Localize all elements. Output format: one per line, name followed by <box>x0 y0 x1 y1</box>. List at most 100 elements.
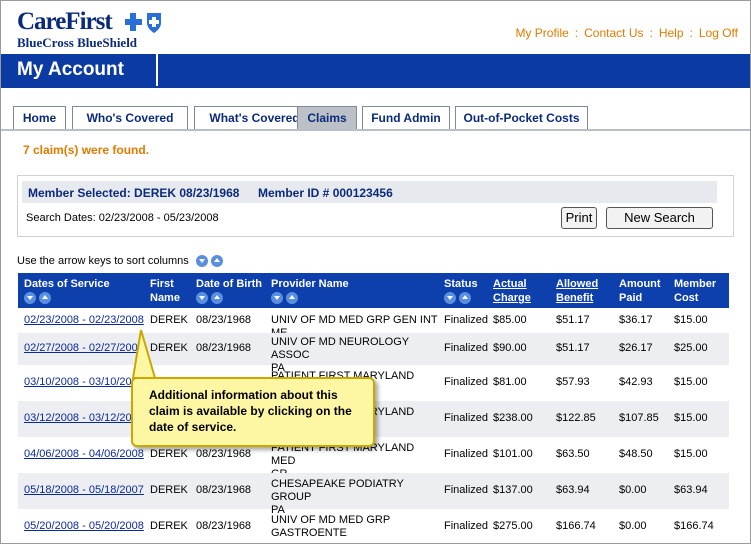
sort-down-icon[interactable] <box>444 292 456 305</box>
help-link[interactable]: Help <box>659 26 684 40</box>
allowed-benefit-cell: $166.74 <box>556 520 596 532</box>
page-banner: My Account <box>1 54 750 86</box>
sort-arrows <box>271 291 349 305</box>
sort-down-icon[interactable] <box>196 292 208 305</box>
help-callout: Additional information about this claim … <box>131 377 375 447</box>
member-cost-cell: $15.00 <box>674 448 708 460</box>
page-title: My Account <box>1 54 158 86</box>
tab-rule <box>1 129 750 131</box>
carefirst-logo[interactable]: CareFirst BlueCross BlueShield <box>15 7 165 50</box>
cross-and-shield-icon <box>125 13 161 33</box>
first-name-cell: DEREK <box>150 448 188 460</box>
date-of-service-link[interactable]: 05/18/2008 - 05/18/2007 <box>24 484 144 497</box>
sort-up-icon[interactable] <box>286 292 299 305</box>
date-of-service-link[interactable]: 03/12/2008 - 03/12/2008 <box>24 412 144 425</box>
sort-up-icon[interactable] <box>211 292 224 305</box>
col-provider-name[interactable]: Provider Name <box>271 277 349 305</box>
sort-up-icon[interactable] <box>459 292 472 305</box>
table-header: Dates of Service First Name Date of Birt… <box>18 273 729 308</box>
top-links: My Profile: Contact Us: Help: Log Off <box>515 26 738 40</box>
col-actual-charge[interactable]: Actual Charge <box>493 277 531 305</box>
allowed-benefit-cell: $57.93 <box>556 376 590 388</box>
logo-subtitle: BlueCross BlueShield <box>17 35 138 50</box>
arrow-up-circle-icon <box>210 255 223 268</box>
col-member-cost-line1: Member <box>674 278 717 290</box>
status-cell: Finalized <box>444 520 489 532</box>
actual-charge-cell: $238.00 <box>493 412 533 424</box>
separator: : <box>574 26 579 40</box>
status-cell: Finalized <box>444 342 489 354</box>
col-dates-of-service-label: Dates of Service <box>24 278 110 290</box>
my-profile-link[interactable]: My Profile <box>515 26 568 40</box>
tab-claims[interactable]: Claims <box>297 106 357 130</box>
log-off-link[interactable]: Log Off <box>699 26 738 40</box>
contact-us-link[interactable]: Contact Us <box>584 26 643 40</box>
amount-paid-cell: $26.17 <box>619 342 653 354</box>
sort-down-icon[interactable] <box>24 292 36 305</box>
member-cost-cell: $15.00 <box>674 412 708 424</box>
member-cost-cell: $25.00 <box>674 342 708 354</box>
date-of-service-link[interactable]: 02/23/2008 - 02/23/2008 <box>24 314 144 327</box>
tab-fund-admin[interactable]: Fund Admin <box>362 106 450 130</box>
member-selected-label: Member Selected: DEREK 08/23/1968 <box>28 186 240 200</box>
col-first-name: First Name <box>150 277 180 305</box>
allowed-benefit-cell: $51.17 <box>556 314 590 326</box>
date-of-birth-cell: 08/23/1968 <box>196 448 252 460</box>
status-cell: Finalized <box>444 484 489 496</box>
col-actual-charge-line1[interactable]: Actual <box>493 278 527 290</box>
actual-charge-cell: $275.00 <box>493 520 533 532</box>
amount-paid-cell: $42.93 <box>619 376 653 388</box>
actual-charge-cell: $90.00 <box>493 342 527 354</box>
col-member-cost: Member Cost <box>674 277 716 305</box>
amount-paid-cell: $48.50 <box>619 448 653 460</box>
col-actual-charge-line2[interactable]: Charge <box>493 292 531 304</box>
allowed-benefit-cell: $122.85 <box>556 412 596 424</box>
date-of-service-link[interactable]: 05/20/2008 - 05/20/2008 <box>24 520 144 533</box>
allowed-benefit-cell: $63.94 <box>556 484 590 496</box>
provider-name-line1: CHESAPEAKE PODIATRY GROUP <box>271 478 404 503</box>
tab-home[interactable]: Home <box>13 106 66 130</box>
actual-charge-cell: $85.00 <box>493 314 527 326</box>
first-name-cell: DEREK <box>150 314 188 326</box>
provider-name-line1: UNIV OF MD NEUROLOGY ASSOC <box>271 336 409 361</box>
sort-arrows <box>444 291 478 305</box>
sort-arrows <box>196 291 262 305</box>
col-allowed-benefit-line1[interactable]: Allowed <box>556 278 598 290</box>
col-first-name-line1: First <box>150 278 174 290</box>
sort-down-icon[interactable] <box>271 292 283 305</box>
col-allowed-benefit-line2[interactable]: Benefit <box>556 292 593 304</box>
app-window: CareFirst BlueCross BlueShield My Profil… <box>0 0 751 544</box>
status-cell: Finalized <box>444 314 489 326</box>
status-cell: Finalized <box>444 412 489 424</box>
table-row: 05/20/2008 - 05/20/2008 DEREK 08/23/1968 Fi… <box>18 509 729 543</box>
col-date-of-birth[interactable]: Date of Birth <box>196 277 262 305</box>
date-of-birth-cell: 08/23/1968 <box>196 314 252 326</box>
first-name-cell: DEREK <box>150 484 188 496</box>
tab-whos-covered[interactable]: Who's Covered <box>72 106 188 130</box>
col-provider-name-label: Provider Name <box>271 278 349 290</box>
provider-name-cell: UNIV OF MD MED GRP GASTROENTE <box>271 514 441 540</box>
date-of-service-link[interactable]: 04/06/2008 - 04/06/2008 <box>24 448 144 461</box>
table-row: 05/18/2008 - 05/18/2007 DEREK 08/23/1968 Fi… <box>18 473 729 516</box>
claims-found-message: 7 claim(s) were found. <box>23 143 150 157</box>
col-status[interactable]: Status <box>444 277 478 305</box>
provider-name-line1: UNIV OF MD MED GRP <box>271 514 391 526</box>
new-search-button[interactable]: New Search <box>606 207 713 229</box>
allowed-benefit-cell: $51.17 <box>556 342 590 354</box>
member-bar: Member Selected: DEREK 08/23/1968 Member… <box>22 181 717 203</box>
col-date-of-birth-label: Date of Birth <box>196 278 262 290</box>
col-allowed-benefit[interactable]: Allowed Benefit <box>556 277 598 305</box>
print-button[interactable]: Print <box>561 207 597 229</box>
actual-charge-cell: $101.00 <box>493 448 533 460</box>
allowed-benefit-cell: $63.50 <box>556 448 590 460</box>
amount-paid-cell: $0.00 <box>619 484 647 496</box>
date-of-birth-cell: 08/23/1968 <box>196 342 252 354</box>
tab-out-of-pocket-costs[interactable]: Out-of-Pocket Costs <box>455 106 588 130</box>
col-dates-of-service[interactable]: Dates of Service <box>24 277 110 305</box>
actual-charge-cell: $137.00 <box>493 484 533 496</box>
member-cost-cell: $63.94 <box>674 484 708 496</box>
col-member-cost-line2: Cost <box>674 292 699 304</box>
logo-wordmark: CareFirst <box>17 8 113 35</box>
sort-up-icon[interactable] <box>39 292 52 305</box>
actual-charge-cell: $81.00 <box>493 376 527 388</box>
